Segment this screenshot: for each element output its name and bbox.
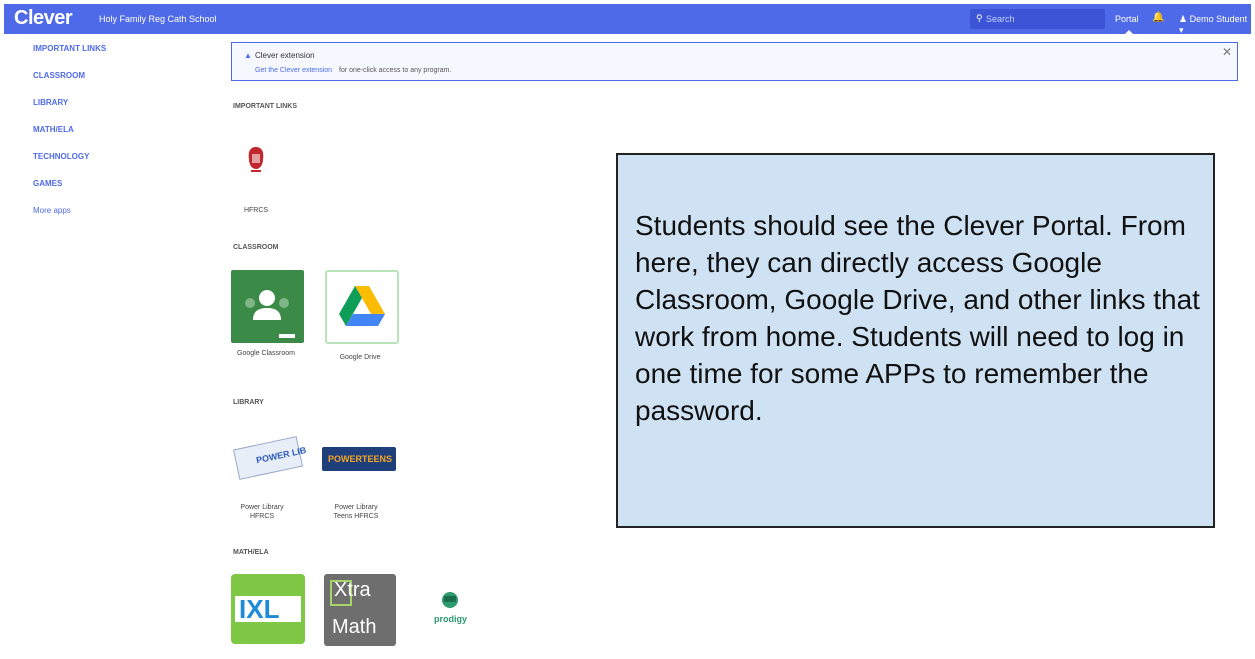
nav-portal-link[interactable]: Portal — [1115, 14, 1139, 24]
section-title-classroom: CLASSROOM — [233, 244, 279, 251]
section-title-important-links: IMPORTANT LINKS — [233, 103, 298, 110]
extension-alert: ▲ Clever extension Get the Clever extens… — [231, 42, 1238, 81]
alert-title: Clever extension — [255, 51, 315, 60]
sidebar-item-classroom[interactable]: CLASSROOM — [33, 71, 85, 80]
prodigy-logo-icon — [442, 592, 458, 608]
hfrcs-logo-icon — [248, 147, 264, 172]
active-tab-indicator — [1124, 30, 1134, 35]
xtramath-logo-line2: Math — [332, 616, 377, 638]
app-label-power-library: Power Library HFRCS — [240, 504, 284, 520]
search-placeholder: Search — [986, 14, 1015, 24]
clever-logo[interactable]: Clever — [14, 7, 73, 30]
user-menu-label: Demo Student ▾ — [1179, 14, 1248, 35]
search-icon: ⚲ — [976, 13, 983, 23]
user-menu[interactable]: ♟ Demo Student ▾ — [1179, 14, 1251, 36]
info-icon: ▲ — [244, 51, 252, 60]
app-tile-power-library-teens[interactable]: POWERTEENS — [322, 447, 396, 471]
school-name: Holy Family Reg Cath School — [99, 14, 217, 24]
user-icon: ♟ — [1179, 14, 1190, 24]
top-navbar: Clever Holy Family Reg Cath School ⚲ Sea… — [4, 4, 1251, 36]
app-tile-power-library[interactable]: POWER LIBRARY — [232, 433, 332, 483]
app-tile-google-classroom[interactable] — [231, 270, 304, 343]
callout-text: Students should see the Clever Portal. F… — [635, 210, 1200, 426]
sidebar-item-math-ela[interactable]: MATH/ELA — [33, 125, 74, 134]
app-label-google-drive: Google Drive — [339, 354, 381, 361]
app-tile-xtramath[interactable]: Xtra Math — [324, 574, 396, 646]
app-label-power-library-teens: Power Library Teens HFRCS — [333, 504, 379, 520]
section-title-math-ela: MATH/ELA — [233, 549, 269, 556]
app-tile-ixl[interactable]: IXL — [231, 574, 305, 644]
google-classroom-icon — [245, 290, 295, 338]
ixl-logo-text: IXL — [239, 594, 280, 624]
sidebar-item-library[interactable]: LIBRARY — [33, 98, 68, 107]
google-drive-icon — [339, 286, 385, 326]
get-extension-link[interactable]: Get the Clever extension — [255, 67, 332, 74]
app-label-google-classroom: Google Classroom — [237, 350, 295, 357]
close-icon[interactable]: ✕ — [1222, 45, 1232, 59]
section-title-library: LIBRARY — [233, 399, 264, 406]
xtramath-logo-line1: Xtra — [334, 579, 371, 601]
sidebar-item-technology[interactable]: TECHNOLOGY — [33, 152, 89, 161]
sidebar-item-important-links[interactable]: IMPORTANT LINKS — [33, 44, 106, 53]
app-label-hfrcs: HFRCS — [243, 207, 269, 214]
power-library-logo-icon: POWER LIBRARY — [232, 436, 332, 480]
app-tile-hfrcs[interactable] — [244, 145, 268, 175]
power-teens-logo-text: POWERTEENS — [328, 454, 393, 464]
bell-icon[interactable]: 🔔 — [1152, 12, 1164, 23]
sidebar-item-more-apps[interactable]: More apps — [33, 206, 71, 215]
prodigy-logo-text: prodigy — [434, 614, 467, 624]
alert-description: for one-click access to any program. — [339, 67, 452, 74]
sidebar-item-games[interactable]: GAMES — [33, 179, 62, 188]
instruction-callout: Students should see the Clever Portal. F… — [616, 153, 1215, 528]
app-tile-prodigy[interactable]: prodigy — [432, 590, 468, 626]
app-tile-google-drive[interactable] — [325, 270, 399, 344]
sidebar: IMPORTANT LINKS CLASSROOM LIBRARY MATH/E… — [0, 34, 210, 659]
search-input[interactable]: ⚲ Search — [970, 9, 1105, 29]
